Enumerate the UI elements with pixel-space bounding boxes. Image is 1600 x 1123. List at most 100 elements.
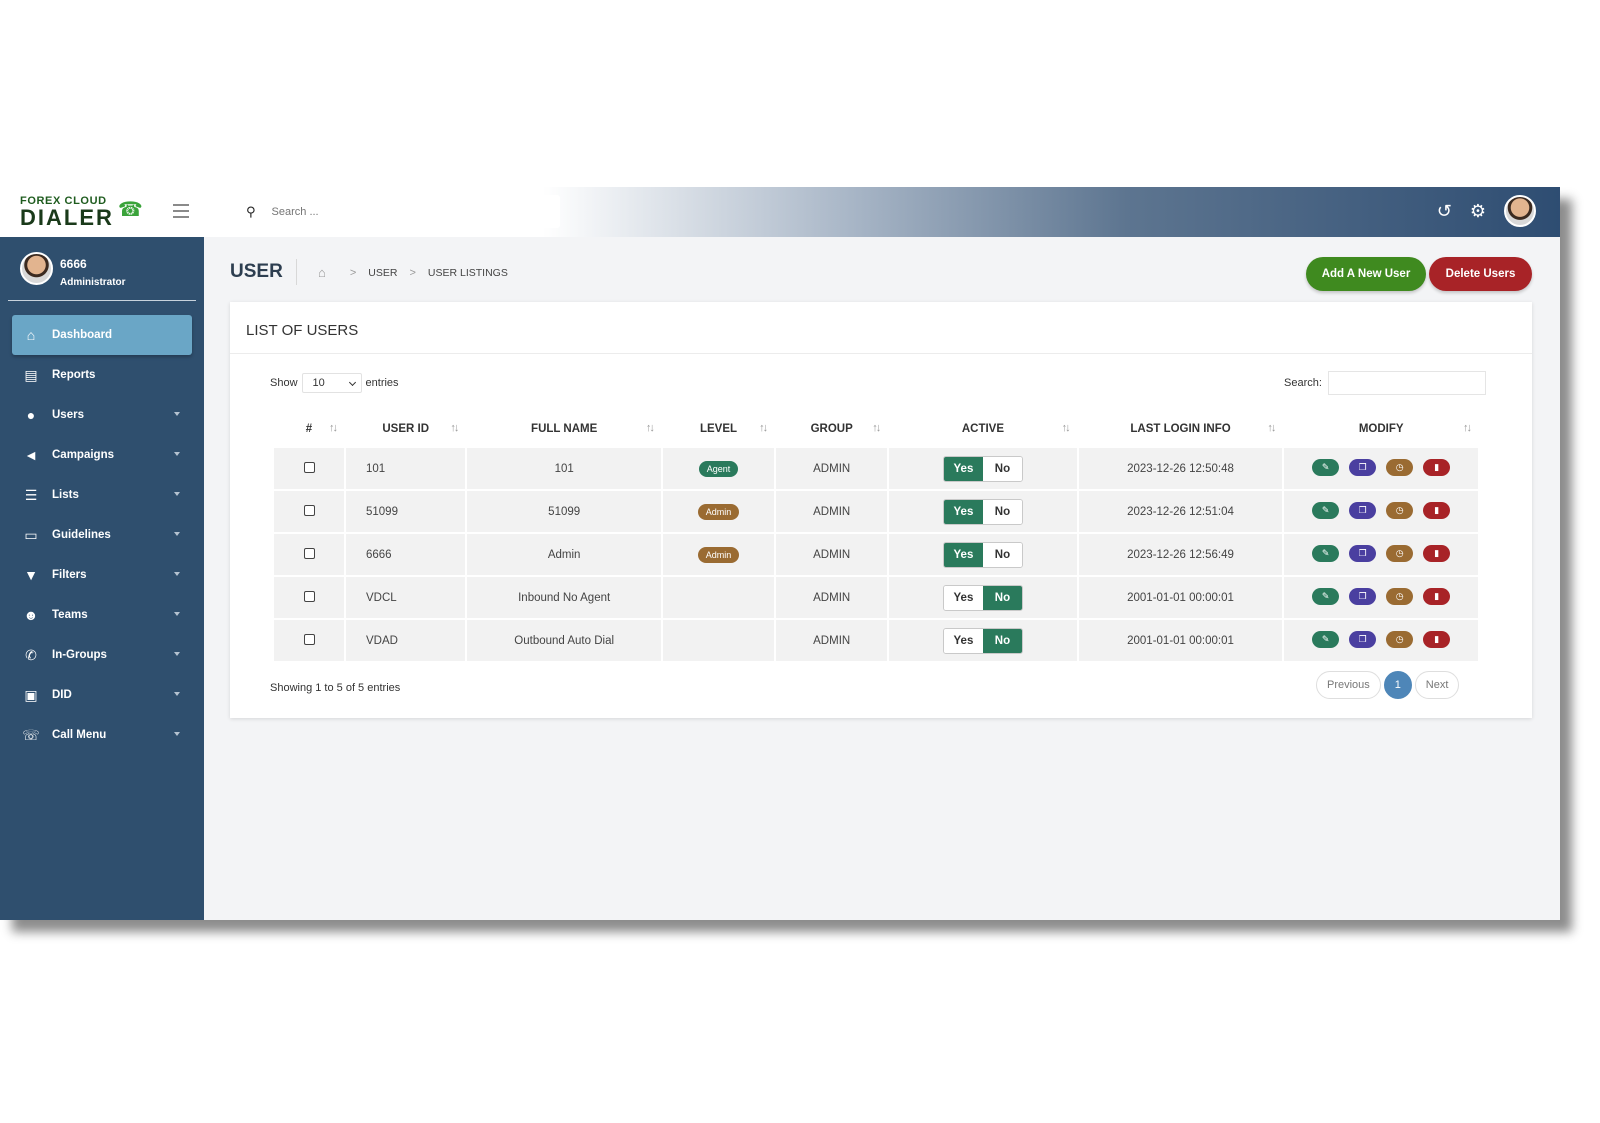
- modify-actions: ✎ ❐ ◷ ▮: [1312, 502, 1451, 519]
- active-yes-option[interactable]: Yes: [943, 456, 983, 481]
- column-header[interactable]: MODIFY ↑↓: [1284, 412, 1478, 446]
- modify-actions: ✎ ❐ ◷ ▮: [1312, 588, 1451, 605]
- trash-icon[interactable]: ▮: [1423, 459, 1451, 476]
- sidebar-item-reports[interactable]: ▤ Reports: [12, 355, 192, 395]
- clock-icon[interactable]: ◷: [1386, 545, 1414, 562]
- copy-icon[interactable]: ❐: [1349, 631, 1377, 648]
- edit-icon[interactable]: ✎: [1312, 459, 1340, 476]
- full-name-cell: Admin: [467, 534, 661, 575]
- sort-icon[interactable]: ↑↓: [759, 422, 768, 434]
- row-checkbox[interactable]: [303, 461, 315, 473]
- table-search-label: Search:: [1284, 377, 1322, 389]
- copy-icon[interactable]: ❐: [1349, 459, 1377, 476]
- column-header[interactable]: GROUP ↑↓: [776, 412, 887, 446]
- modify-actions: ✎ ❐ ◷ ▮: [1312, 545, 1451, 562]
- caret-down-icon: [174, 412, 180, 416]
- title-divider: [296, 259, 297, 285]
- clock-icon[interactable]: ◷: [1386, 502, 1414, 519]
- last-login-cell: 2023-12-26 12:56:49: [1078, 534, 1283, 575]
- level-cell: Admin: [662, 491, 775, 532]
- table-row: 101 101 Agent ADMIN Yes No 2023-12-26 12:50:48…: [274, 448, 1478, 489]
- table-search: Search:: [1284, 371, 1486, 395]
- sidebar-item-users[interactable]: ● Users: [12, 395, 192, 435]
- active-yes-option[interactable]: Yes: [943, 542, 983, 567]
- copy-icon[interactable]: ❐: [1349, 502, 1377, 519]
- hamburger-menu-icon[interactable]: [173, 204, 189, 218]
- select-cell: [274, 534, 344, 575]
- sidebar-item-did[interactable]: ▣ DID: [12, 675, 192, 715]
- clock-icon[interactable]: ◷: [1386, 588, 1414, 605]
- clock-icon[interactable]: ◷: [1386, 459, 1414, 476]
- row-checkbox[interactable]: [303, 590, 315, 602]
- sort-icon[interactable]: ↑↓: [1062, 422, 1071, 434]
- active-yes-option[interactable]: Yes: [943, 499, 983, 524]
- sidebar-item-dashboard[interactable]: ⌂ Dashboard: [12, 315, 192, 355]
- trash-icon[interactable]: ▮: [1423, 588, 1451, 605]
- sidebar-item-campaigns[interactable]: ◄ Campaigns: [12, 435, 192, 475]
- row-checkbox[interactable]: [303, 547, 315, 559]
- breadcrumb-item-user[interactable]: USER: [368, 267, 397, 279]
- sidebar-item-lists[interactable]: ☰ Lists: [12, 475, 192, 515]
- row-checkbox[interactable]: [303, 504, 315, 516]
- sidebar-user-role: Administrator: [60, 277, 126, 288]
- edit-icon[interactable]: ✎: [1312, 502, 1340, 519]
- sidebar-item-guidelines[interactable]: ▭ Guidelines: [12, 515, 192, 555]
- sidebar-item-filters[interactable]: ▼ Filters: [12, 555, 192, 595]
- sort-icon[interactable]: ↑↓: [450, 422, 459, 434]
- select-cell: [274, 620, 344, 661]
- active-no-option[interactable]: No: [982, 628, 1022, 653]
- sort-icon[interactable]: ↑↓: [1463, 422, 1472, 434]
- home-icon[interactable]: ⌂: [318, 265, 326, 280]
- pagination-page-1[interactable]: 1: [1383, 671, 1412, 699]
- trash-icon[interactable]: ▮: [1423, 631, 1451, 648]
- avatar[interactable]: [1504, 195, 1536, 227]
- copy-icon[interactable]: ❐: [1349, 545, 1377, 562]
- copy-icon[interactable]: ❐: [1349, 588, 1377, 605]
- active-no-option[interactable]: No: [982, 456, 1022, 481]
- clock-icon[interactable]: ◷: [1386, 631, 1414, 648]
- breadcrumb-separator: >: [409, 266, 416, 279]
- group-cell: ADMIN: [776, 577, 888, 618]
- filter-icon: ▼: [24, 567, 38, 583]
- edit-icon[interactable]: ✎: [1312, 631, 1340, 648]
- caret-down-icon: [174, 652, 180, 656]
- sort-icon[interactable]: ↑↓: [872, 422, 881, 434]
- sidebar-item-call-menu[interactable]: ☏ Call Menu: [12, 715, 192, 755]
- delete-users-button[interactable]: Delete Users: [1429, 257, 1532, 291]
- trash-icon[interactable]: ▮: [1423, 502, 1451, 519]
- page-size-select[interactable]: 10: [301, 373, 362, 393]
- active-no-option[interactable]: No: [982, 585, 1022, 610]
- active-yes-option[interactable]: Yes: [943, 628, 983, 653]
- edit-icon[interactable]: ✎: [1312, 545, 1340, 562]
- home-icon: ⌂: [26, 327, 36, 343]
- trash-icon[interactable]: ▮: [1423, 545, 1451, 562]
- sort-icon[interactable]: ↑↓: [1267, 422, 1276, 434]
- brand-logo[interactable]: FOREX CLOUD DIALER ☎: [20, 195, 145, 229]
- column-header[interactable]: FULL NAME ↑↓: [467, 412, 661, 446]
- sidebar-item-teams[interactable]: ☻ Teams: [12, 595, 192, 635]
- sort-icon[interactable]: ↑↓: [329, 422, 338, 434]
- column-header[interactable]: LEVEL ↑↓: [663, 412, 774, 446]
- column-header[interactable]: # ↑↓: [274, 412, 344, 446]
- row-checkbox[interactable]: [303, 633, 315, 645]
- pagination-previous[interactable]: Previous: [1316, 671, 1381, 699]
- history-icon[interactable]: ↺: [1437, 201, 1452, 222]
- active-no-option[interactable]: No: [982, 542, 1022, 567]
- pagination-next[interactable]: Next: [1414, 671, 1460, 699]
- sort-icon[interactable]: ↑↓: [646, 422, 655, 434]
- active-yes-option[interactable]: Yes: [943, 585, 983, 610]
- select-cell: [274, 448, 344, 489]
- active-no-option[interactable]: No: [982, 499, 1022, 524]
- column-header[interactable]: USER ID ↑↓: [346, 412, 465, 446]
- table-search-input[interactable]: [1327, 371, 1486, 395]
- column-header[interactable]: LAST LOGIN INFO ↑↓: [1079, 412, 1283, 446]
- sidebar-item-in-groups[interactable]: ✆ In-Groups: [12, 635, 192, 675]
- global-search-input[interactable]: [271, 205, 532, 218]
- user-id: 101: [366, 462, 386, 475]
- add-new-user-button[interactable]: Add A New User: [1306, 257, 1426, 291]
- active-cell: Yes No: [889, 491, 1077, 532]
- edit-icon[interactable]: ✎: [1312, 588, 1340, 605]
- column-header[interactable]: ACTIVE ↑↓: [889, 412, 1076, 446]
- settings-icon[interactable]: ⚙: [1470, 201, 1486, 222]
- full-name: Inbound No Agent: [518, 591, 611, 604]
